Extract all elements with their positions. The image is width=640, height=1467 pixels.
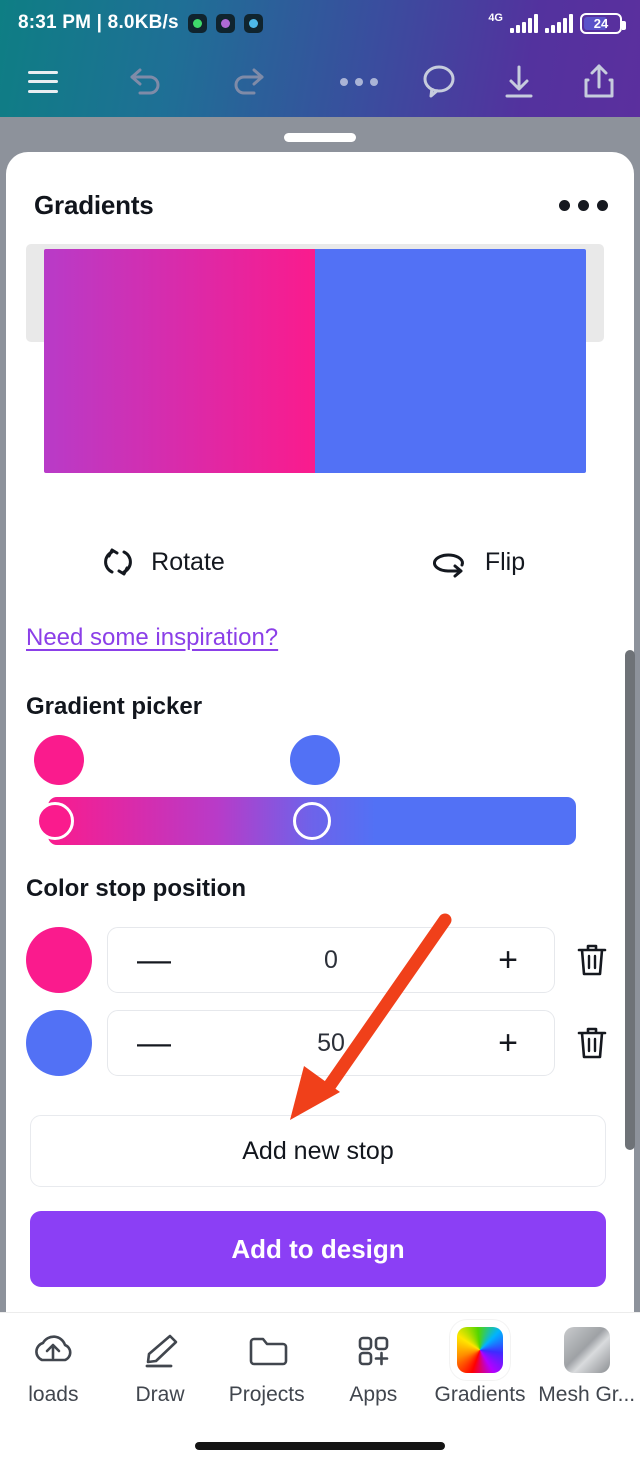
increment-button[interactable]: +	[488, 1023, 528, 1063]
gradient-rainbow-icon	[457, 1327, 504, 1373]
add-to-design-button[interactable]: Add to design	[30, 1211, 606, 1287]
nav-item-gradients[interactable]: Gradients	[427, 1313, 534, 1423]
nav-item-apps[interactable]: Apps	[320, 1313, 427, 1423]
mesh-gradient-icon	[563, 1327, 610, 1373]
share-button[interactable]	[568, 51, 630, 113]
editor-toolbar	[0, 46, 640, 117]
folder-icon	[244, 1327, 290, 1373]
share-icon	[584, 64, 614, 97]
apps-grid-icon	[350, 1327, 396, 1373]
gradient-picker-title: Gradient picker	[26, 693, 203, 720]
color-stop-value[interactable]: 50	[317, 1029, 345, 1058]
nav-item-projects[interactable]: Projects	[213, 1313, 320, 1423]
color-stop-stepper: — 0 +	[107, 927, 555, 993]
comment-button[interactable]	[408, 51, 470, 113]
gradients-panel: Gradients Rotate Flip Need some inspirat…	[6, 152, 634, 1312]
status-notification-icons	[187, 13, 263, 33]
inspiration-link[interactable]: Need some inspiration?	[26, 624, 278, 652]
flip-label: Flip	[484, 547, 526, 576]
signal-bars-icon-1	[510, 13, 538, 33]
nav-label-uploads: loads	[28, 1383, 79, 1406]
undo-icon	[130, 68, 160, 94]
delete-stop-button[interactable]	[570, 935, 614, 985]
color-stop-swatch[interactable]	[26, 927, 92, 993]
nav-item-draw[interactable]: Draw	[107, 1313, 214, 1423]
comment-icon	[423, 65, 455, 97]
status-time-and-network-speed: 8:31 PM | 8.0KB/s	[18, 12, 179, 33]
signal-bars-icon-2	[545, 13, 573, 33]
pen-icon	[137, 1327, 183, 1373]
battery-icon: 24	[580, 12, 626, 34]
add-new-stop-button[interactable]: Add new stop	[30, 1115, 606, 1187]
notification-icon-3	[243, 13, 263, 33]
delete-stop-button[interactable]	[570, 1018, 614, 1068]
nav-item-mesh-gradients[interactable]: Mesh Gr...	[533, 1313, 640, 1423]
color-stop-row: — 50 +	[26, 1007, 614, 1079]
download-button[interactable]	[488, 51, 550, 113]
page-title: Gradients	[34, 190, 154, 220]
nav-item-uploads[interactable]: loads	[0, 1313, 107, 1423]
redo-icon	[234, 68, 264, 94]
trash-icon	[577, 944, 607, 976]
color-stop-position-title: Color stop position	[26, 875, 246, 902]
rotate-icon	[104, 548, 133, 576]
download-icon	[505, 65, 533, 97]
panel-more-options-icon[interactable]	[559, 200, 608, 211]
gradient-stop-swatch-1[interactable]	[34, 735, 84, 785]
cloud-upload-icon	[30, 1327, 76, 1373]
color-stop-value[interactable]: 0	[324, 946, 338, 975]
nav-label-draw: Draw	[135, 1383, 185, 1406]
menu-button[interactable]	[12, 51, 74, 113]
nav-label-projects: Projects	[228, 1383, 305, 1406]
decrement-button[interactable]: —	[134, 1023, 174, 1063]
color-stop-stepper: — 50 +	[107, 1010, 555, 1076]
color-stop-swatch[interactable]	[26, 1010, 92, 1076]
panel-header: Gradients	[34, 190, 608, 221]
nav-label-mesh-gradients: Mesh Gr...	[538, 1383, 636, 1406]
battery-percent-label: 24	[593, 15, 609, 31]
color-stop-row: — 0 +	[26, 924, 614, 996]
app-header: 8:31 PM | 8.0KB/s 4G 24	[0, 0, 640, 117]
bottom-navigation: loads Draw Projects Apps Gradients Mesh …	[0, 1312, 640, 1422]
more-options-button[interactable]	[328, 51, 390, 113]
system-gesture-bar	[195, 1442, 445, 1450]
flip-icon	[432, 553, 464, 578]
undo-button[interactable]	[116, 51, 178, 113]
redo-button[interactable]	[216, 51, 278, 113]
network-type-label: 4G	[488, 12, 503, 24]
gradient-preview-swatch	[44, 249, 586, 473]
rotate-button[interactable]: Rotate	[6, 544, 320, 580]
increment-button[interactable]: +	[488, 940, 528, 980]
panel-scrollbar[interactable]	[625, 650, 635, 1150]
decrement-button[interactable]: —	[134, 940, 174, 980]
gradient-stop-swatches	[26, 735, 586, 785]
gradient-preview[interactable]	[26, 244, 604, 473]
flip-button[interactable]: Flip	[320, 546, 634, 578]
trash-icon	[577, 1027, 607, 1059]
more-options-icon	[340, 77, 378, 86]
notification-icon-1	[187, 13, 207, 33]
gradient-slider-handle-1[interactable]	[36, 802, 74, 840]
status-bar: 8:31 PM | 8.0KB/s 4G 24	[0, 0, 640, 46]
nav-label-apps: Apps	[349, 1383, 398, 1406]
gradient-slider-handle-2[interactable]	[293, 802, 331, 840]
transform-row: Rotate Flip	[6, 532, 634, 592]
nav-label-gradients: Gradients	[434, 1383, 526, 1406]
notification-icon-2	[215, 13, 235, 33]
status-bar-left: 8:31 PM | 8.0KB/s	[18, 12, 263, 34]
gradient-stop-swatch-2[interactable]	[290, 735, 340, 785]
sheet-drag-handle[interactable]	[284, 133, 356, 142]
status-bar-right: 4G 24	[488, 12, 626, 34]
hamburger-icon	[28, 70, 58, 93]
rotate-label: Rotate	[151, 547, 225, 576]
